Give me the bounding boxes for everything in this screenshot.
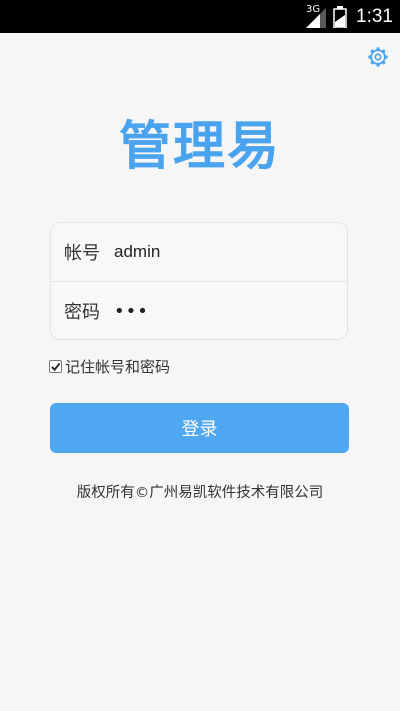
signal-icon bbox=[306, 8, 326, 28]
login-button[interactable]: 登录 bbox=[50, 403, 349, 453]
password-label: 密码 bbox=[64, 302, 100, 323]
password-row: 密码 ••• bbox=[51, 282, 347, 340]
password-input[interactable]: ••• bbox=[114, 301, 149, 322]
username-row: 帐号 admin bbox=[51, 223, 347, 281]
login-form: 帐号 admin 密码 ••• bbox=[50, 222, 348, 340]
username-label: 帐号 bbox=[64, 243, 100, 264]
battery-icon bbox=[333, 6, 347, 28]
remember-credentials[interactable]: 记住帐号和密码 bbox=[49, 356, 170, 377]
app-title: 管理易 bbox=[118, 117, 281, 177]
copyright-text: 版权所有©广州易凯软件技术有限公司 bbox=[76, 485, 324, 501]
remember-label: 记住帐号和密码 bbox=[65, 358, 171, 376]
clock: 1:31 bbox=[356, 6, 393, 27]
checkmark-icon bbox=[51, 362, 61, 372]
gear-icon[interactable] bbox=[367, 46, 389, 68]
status-bar: 3G 1:31 bbox=[0, 0, 400, 33]
username-input[interactable]: admin bbox=[114, 242, 160, 262]
remember-checkbox[interactable] bbox=[49, 360, 62, 373]
